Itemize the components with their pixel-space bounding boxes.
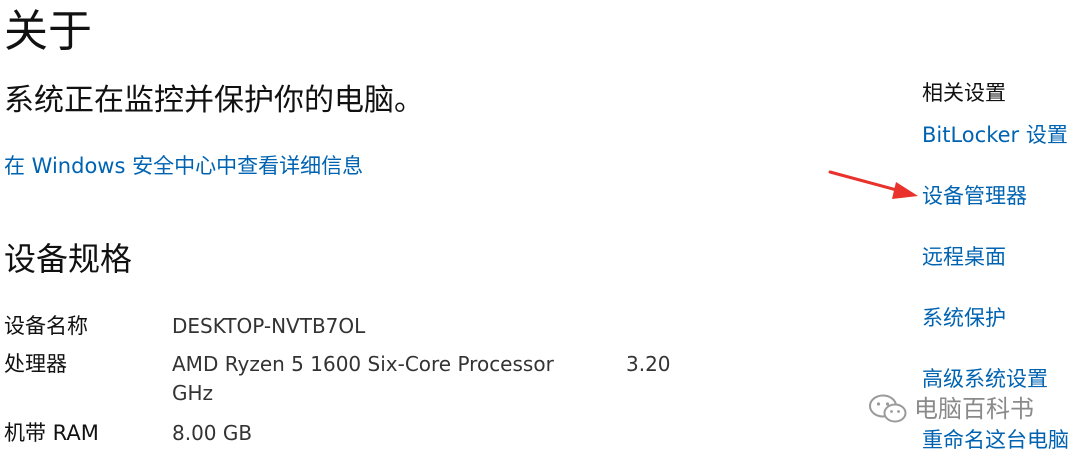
related-settings-title: 相关设置 [922,81,1006,105]
red-arrow-annotation-icon [828,170,918,199]
rename-pc-link[interactable]: 重命名这台电脑 [922,425,1069,455]
processor-value: AMD Ryzen 5 1600 Six-Core Processor [172,352,554,376]
wechat-icon [869,394,907,423]
protection-status-text: 系统正在监控并保护你的电脑。 [4,83,424,118]
processor-speed-value: 3.20 [626,352,671,376]
watermark-text: 电脑百科书 [914,395,1034,423]
security-center-link[interactable]: 在 Windows 安全中心中查看详细信息 [4,151,363,181]
device-name-value: DESKTOP-NVTB7OL [172,314,366,338]
device-name-label: 设备名称 [4,314,88,338]
processor-value-unit: GHz [172,381,214,405]
bitlocker-settings-link[interactable]: BitLocker 设置 [922,120,1068,150]
ram-value: 8.00 GB [172,421,253,445]
processor-label: 处理器 [4,352,67,376]
ram-label: 机带 RAM [4,421,99,445]
device-manager-link[interactable]: 设备管理器 [922,181,1027,211]
page-title: 关于 [4,6,92,57]
device-specs-heading: 设备规格 [4,240,133,278]
remote-desktop-link[interactable]: 远程桌面 [922,242,1006,272]
watermark: 电脑百科书 [868,393,1034,425]
advanced-system-settings-link[interactable]: 高级系统设置 [922,364,1048,394]
system-protection-link[interactable]: 系统保护 [922,303,1006,333]
